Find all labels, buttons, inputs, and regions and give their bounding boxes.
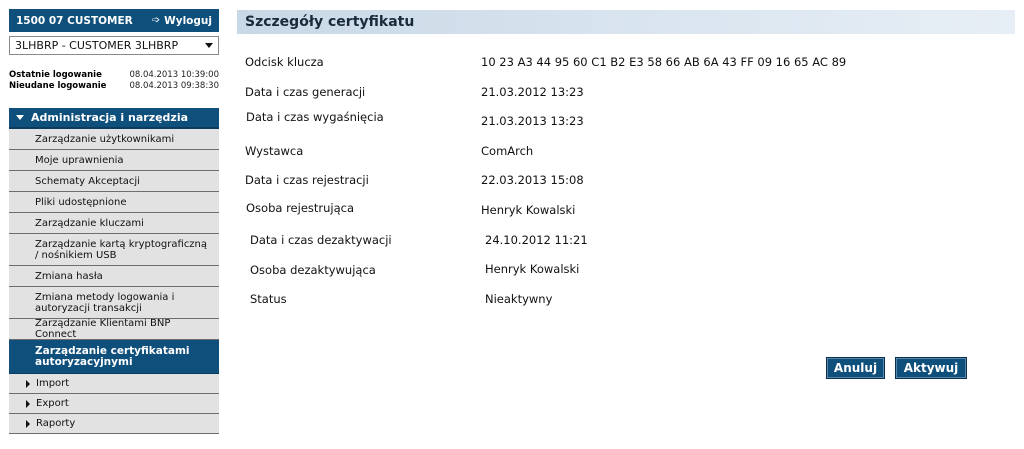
sidebar-item-my-permissions[interactable]: Moje uprawnienia: [9, 150, 219, 171]
detail-value-expiry-date: 21.03.2013 13:23: [481, 114, 584, 128]
user-name: 1500 07 CUSTOMER: [16, 14, 133, 27]
detail-label-registered-by: Osoba rejestrująca: [246, 201, 355, 215]
page-title: Szczegóły certyfikatu: [245, 14, 415, 30]
triangle-right-icon: [26, 379, 30, 388]
logout-button[interactable]: ➩ Wyloguj: [152, 15, 212, 27]
sidebar-item-label: Zarządzanie kartą kryptograficzną / nośn…: [35, 238, 208, 261]
sidebar-menu: Administracja i narzędzia Zarządzanie uż…: [9, 108, 219, 434]
sidebar-item-user-management[interactable]: Zarządzanie użytkownikami: [9, 129, 219, 150]
detail-value-status: Nieaktywny: [485, 292, 553, 306]
detail-value-generation-date: 21.03.2012 13:23: [481, 85, 584, 99]
sidebar-subitem-import[interactable]: Import: [9, 374, 219, 394]
sidebar-item-label: Moje uprawnienia: [35, 154, 124, 166]
detail-value-key-fingerprint: 10 23 A3 44 95 60 C1 B2 E3 58 66 AB 6A 4…: [481, 55, 847, 69]
detail-value-registered-by: Henryk Kowalski: [481, 203, 576, 217]
detail-label-status: Status: [250, 292, 287, 306]
sidebar-subitem-label: Raporty: [36, 418, 76, 429]
triangle-right-icon: [26, 399, 30, 408]
detail-value-deactivation-date: 24.10.2012 11:21: [485, 233, 588, 247]
sidebar-item-label: Zarządzanie Klientami BNP Connect: [35, 318, 171, 340]
sidebar-item-change-password[interactable]: Zmiana hasła: [9, 266, 219, 287]
sidebar-subitem-label: Import: [36, 378, 70, 389]
client-select[interactable]: 3LHBRP - CUSTOMER 3LHBRP: [9, 36, 219, 55]
detail-label-generation-date: Data i czas generacji: [245, 85, 366, 99]
logout-arrow-icon: ➩: [151, 15, 161, 26]
sidebar-item-label: Zmiana hasła: [35, 270, 103, 282]
user-bar: 1500 07 CUSTOMER ➩ Wyloguj: [9, 9, 219, 32]
sidebar-subitem-reports[interactable]: Raporty: [9, 414, 219, 434]
chevron-down-icon: [205, 43, 213, 48]
sidebar-item-shared-files[interactable]: Pliki udostępnione: [9, 192, 219, 213]
sidebar-item-label: Zarządzanie użytkownikami: [35, 133, 175, 145]
sidebar-item-acceptance-schemes[interactable]: Schematy Akceptacji: [9, 171, 219, 192]
detail-label-deactivation-date: Data i czas dezaktywacji: [250, 233, 392, 247]
menu-section-label: Administracja i narzędzia: [31, 111, 189, 124]
cancel-button[interactable]: Anuluj: [826, 357, 885, 379]
detail-label-expiry-date: Data i czas wygaśnięcia: [246, 110, 384, 124]
sidebar: 1500 07 CUSTOMER ➩ Wyloguj 3LHBRP - CUST…: [9, 9, 219, 434]
detail-value-deactivated-by: Henryk Kowalski: [485, 262, 580, 276]
detail-label-key-fingerprint: Odcisk klucza: [245, 55, 324, 69]
sidebar-item-key-management[interactable]: Zarządzanie kluczami: [9, 213, 219, 234]
sidebar-item-label: Zarządzanie certyfikatami autoryzacyjnym…: [35, 344, 190, 368]
menu-section-administration[interactable]: Administracja i narzędzia: [9, 108, 219, 129]
logout-label: Wyloguj: [164, 14, 212, 27]
last-login-value: 08.04.2013 10:39:00: [129, 70, 219, 80]
triangle-right-icon: [26, 419, 30, 428]
sidebar-item-crypto-card[interactable]: Zarządzanie kartą kryptograficzną / nośn…: [9, 234, 219, 266]
page-title-bar: Szczegóły certyfikatu: [237, 10, 1015, 34]
sidebar-item-label: Zmiana metody logowania i autoryzacji tr…: [35, 291, 175, 314]
triangle-down-icon: [16, 115, 24, 120]
sidebar-item-login-method[interactable]: Zmiana metody logowania i autoryzacji tr…: [9, 287, 219, 319]
detail-value-registration-date: 22.03.2013 15:08: [481, 173, 584, 187]
failed-login-label: Nieudane logowanie: [9, 81, 107, 91]
failed-login-value: 08.04.2013 09:38:30: [129, 81, 219, 91]
sidebar-subitem-export[interactable]: Export: [9, 394, 219, 414]
detail-value-issuer: ComArch: [481, 144, 534, 158]
sidebar-subitem-label: Export: [36, 398, 69, 409]
last-login-label: Ostatnie logowanie: [9, 70, 102, 80]
client-select-value: 3LHBRP - CUSTOMER 3LHBRP: [15, 39, 179, 52]
detail-label-deactivated-by: Osoba dezaktywująca: [250, 263, 376, 277]
login-info: Ostatnie logowanie 08.04.2013 10:39:00 N…: [9, 70, 219, 92]
sidebar-item-bnp-connect-clients[interactable]: Zarządzanie Klientami BNP Connect: [9, 318, 219, 340]
sidebar-item-label: Pliki udostępnione: [35, 196, 127, 208]
sidebar-item-label: Schematy Akceptacji: [35, 175, 140, 187]
sidebar-item-label: Zarządzanie kluczami: [35, 217, 144, 229]
sidebar-item-certificates[interactable]: Zarządzanie certyfikatami autoryzacyjnym…: [9, 340, 219, 374]
activate-button[interactable]: Aktywuj: [895, 357, 967, 379]
detail-label-registration-date: Data i czas rejestracji: [245, 173, 369, 187]
detail-label-issuer: Wystawca: [245, 144, 304, 158]
